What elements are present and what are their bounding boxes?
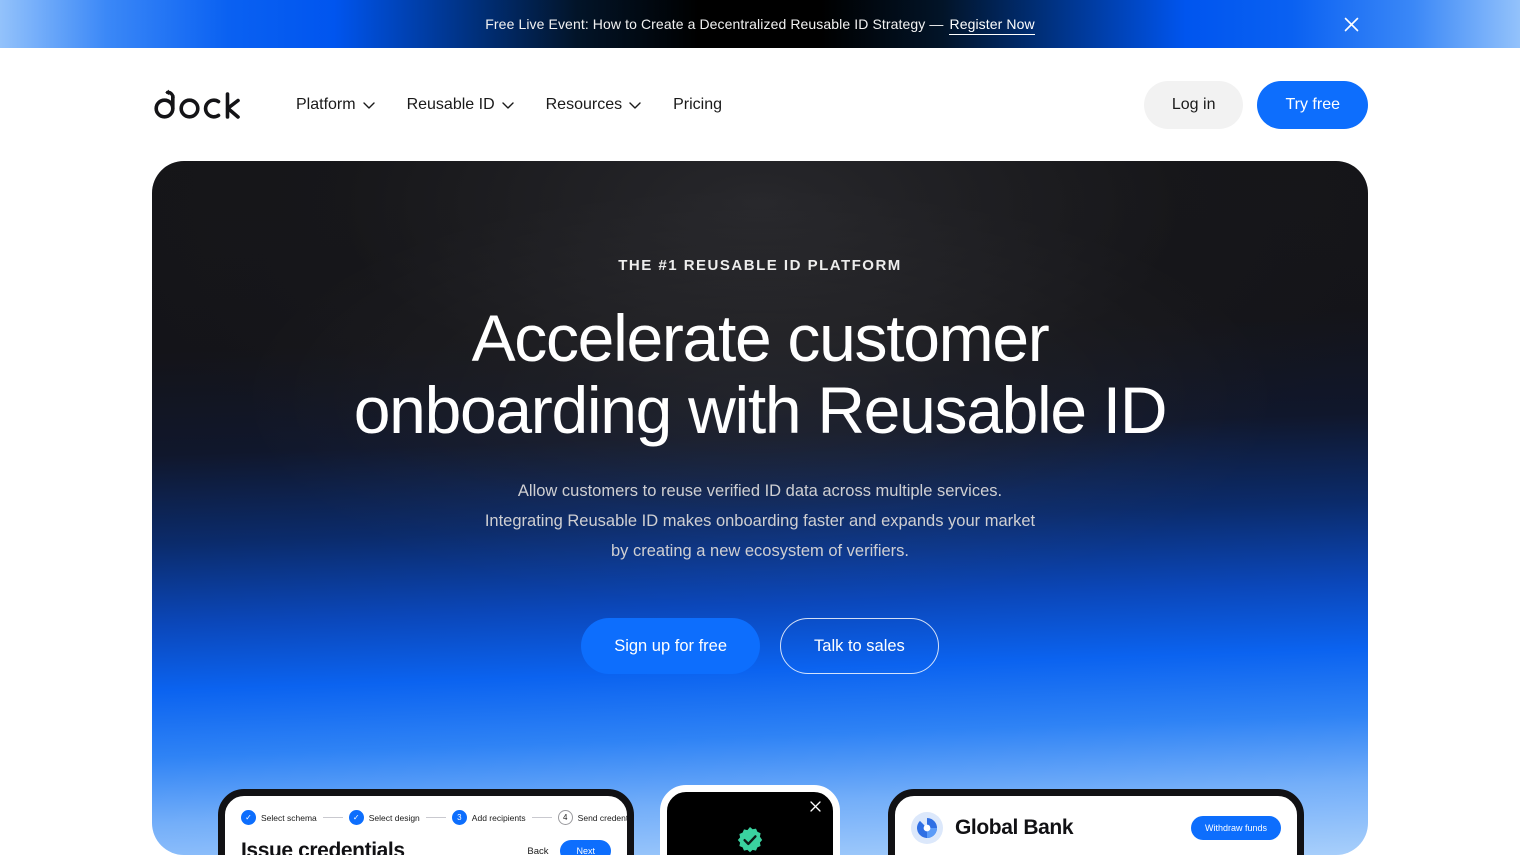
verified-badge-icon xyxy=(736,826,764,854)
try-free-button[interactable]: Try free xyxy=(1257,80,1368,129)
hero-headline-line2: onboarding with Reusable ID xyxy=(353,373,1168,447)
bank-logo-icon xyxy=(911,812,943,844)
announcement-banner: Free Live Event: How to Create a Decentr… xyxy=(0,0,1520,48)
nav-links: Platform Reusable ID Resources Pricing xyxy=(296,96,722,114)
banner-text: Free Live Event: How to Create a Decentr… xyxy=(485,16,1035,35)
login-button[interactable]: Log in xyxy=(1143,80,1244,129)
nav-item-resources[interactable]: Resources xyxy=(546,96,641,114)
step-marker: 3 xyxy=(451,810,467,825)
step-connector xyxy=(425,817,446,818)
chevron-down-icon xyxy=(629,102,641,109)
issue-stepper: ✓ Select schema ✓ Select design 3 Add re… xyxy=(225,796,627,825)
step-label: Add recipients xyxy=(471,812,526,823)
issue-card-title: Issue credentials xyxy=(241,839,405,855)
issue-card-actions: Back Next xyxy=(527,840,611,855)
nav-item-reusable-id-label: Reusable ID xyxy=(406,95,495,113)
step-marker: ✓ xyxy=(348,810,364,825)
bank-name: Global Bank xyxy=(955,816,1074,839)
stepper-step[interactable]: 4 Send credential xyxy=(557,810,634,825)
back-button[interactable]: Back xyxy=(527,846,548,855)
hero-headline-line1: Accelerate customer xyxy=(471,301,1050,375)
nav-item-pricing[interactable]: Pricing xyxy=(673,96,722,114)
bank-header: Global Bank Withdraw funds xyxy=(895,796,1297,844)
step-connector xyxy=(531,817,552,818)
hero-cta-row: Sign up for free Talk to sales xyxy=(152,618,1368,674)
hero-headline: Accelerate customer onboarding with Reus… xyxy=(152,302,1368,446)
talk-to-sales-button[interactable]: Talk to sales xyxy=(780,618,939,674)
step-label: Select schema xyxy=(261,812,317,823)
close-icon xyxy=(810,801,821,812)
sign-up-for-free-button[interactable]: Sign up for free xyxy=(581,618,761,674)
nav-item-platform[interactable]: Platform xyxy=(296,96,375,114)
balance-label: Your balance xyxy=(895,844,1297,855)
global-bank-card: Global Bank Withdraw funds Your balance xyxy=(888,789,1304,855)
next-button[interactable]: Next xyxy=(560,840,611,855)
banner-message: Free Live Event: How to Create a Decentr… xyxy=(485,16,948,32)
stepper-step[interactable]: 3 Add recipients xyxy=(451,810,526,825)
stepper-step[interactable]: ✓ Select schema xyxy=(241,810,317,825)
register-now-link[interactable]: Register Now xyxy=(949,16,1035,35)
issue-credentials-card: ✓ Select schema ✓ Select design 3 Add re… xyxy=(218,789,634,855)
credential-verified-phone: Credential Verified xyxy=(660,785,840,855)
step-marker: ✓ xyxy=(241,810,256,825)
hero-eyebrow: THE #1 REUSABLE ID PLATFORM xyxy=(618,257,902,274)
step-label: Send credential xyxy=(577,812,634,823)
hero-section-wrapper: THE #1 REUSABLE ID PLATFORM Accelerate c… xyxy=(0,161,1520,855)
phone-close-button[interactable] xyxy=(810,801,821,814)
withdraw-funds-button[interactable]: Withdraw funds xyxy=(1190,816,1281,840)
hero-card: THE #1 REUSABLE ID PLATFORM Accelerate c… xyxy=(152,161,1368,855)
hero-subheadline: Allow customers to reuse verified ID dat… xyxy=(484,482,1036,560)
step-label: Select design xyxy=(368,812,420,823)
hero-device-mockups: ✓ Select schema ✓ Select design 3 Add re… xyxy=(152,735,1368,855)
nav-item-platform-label: Platform xyxy=(296,95,356,113)
step-marker: 4 xyxy=(557,810,573,825)
step-connector xyxy=(322,817,343,818)
nav-item-resources-label: Resources xyxy=(545,95,623,113)
banner-close-button[interactable] xyxy=(1340,13,1362,35)
main-navigation: Platform Reusable ID Resources Pricing L… xyxy=(0,48,1520,161)
chevron-down-icon xyxy=(362,102,375,109)
stepper-step[interactable]: ✓ Select design xyxy=(348,810,420,825)
issue-card-header: Issue credentials Back Next xyxy=(225,825,627,855)
nav-item-pricing-label: Pricing xyxy=(673,95,723,113)
dock-logo[interactable] xyxy=(152,89,240,121)
nav-actions: Log in Try free xyxy=(1143,80,1368,129)
chevron-down-icon xyxy=(501,102,514,109)
hero-content: THE #1 REUSABLE ID PLATFORM Accelerate c… xyxy=(152,161,1368,674)
dock-wordmark-icon xyxy=(154,89,240,119)
nav-item-reusable-id[interactable]: Reusable ID xyxy=(407,96,514,114)
close-icon xyxy=(1344,17,1358,31)
